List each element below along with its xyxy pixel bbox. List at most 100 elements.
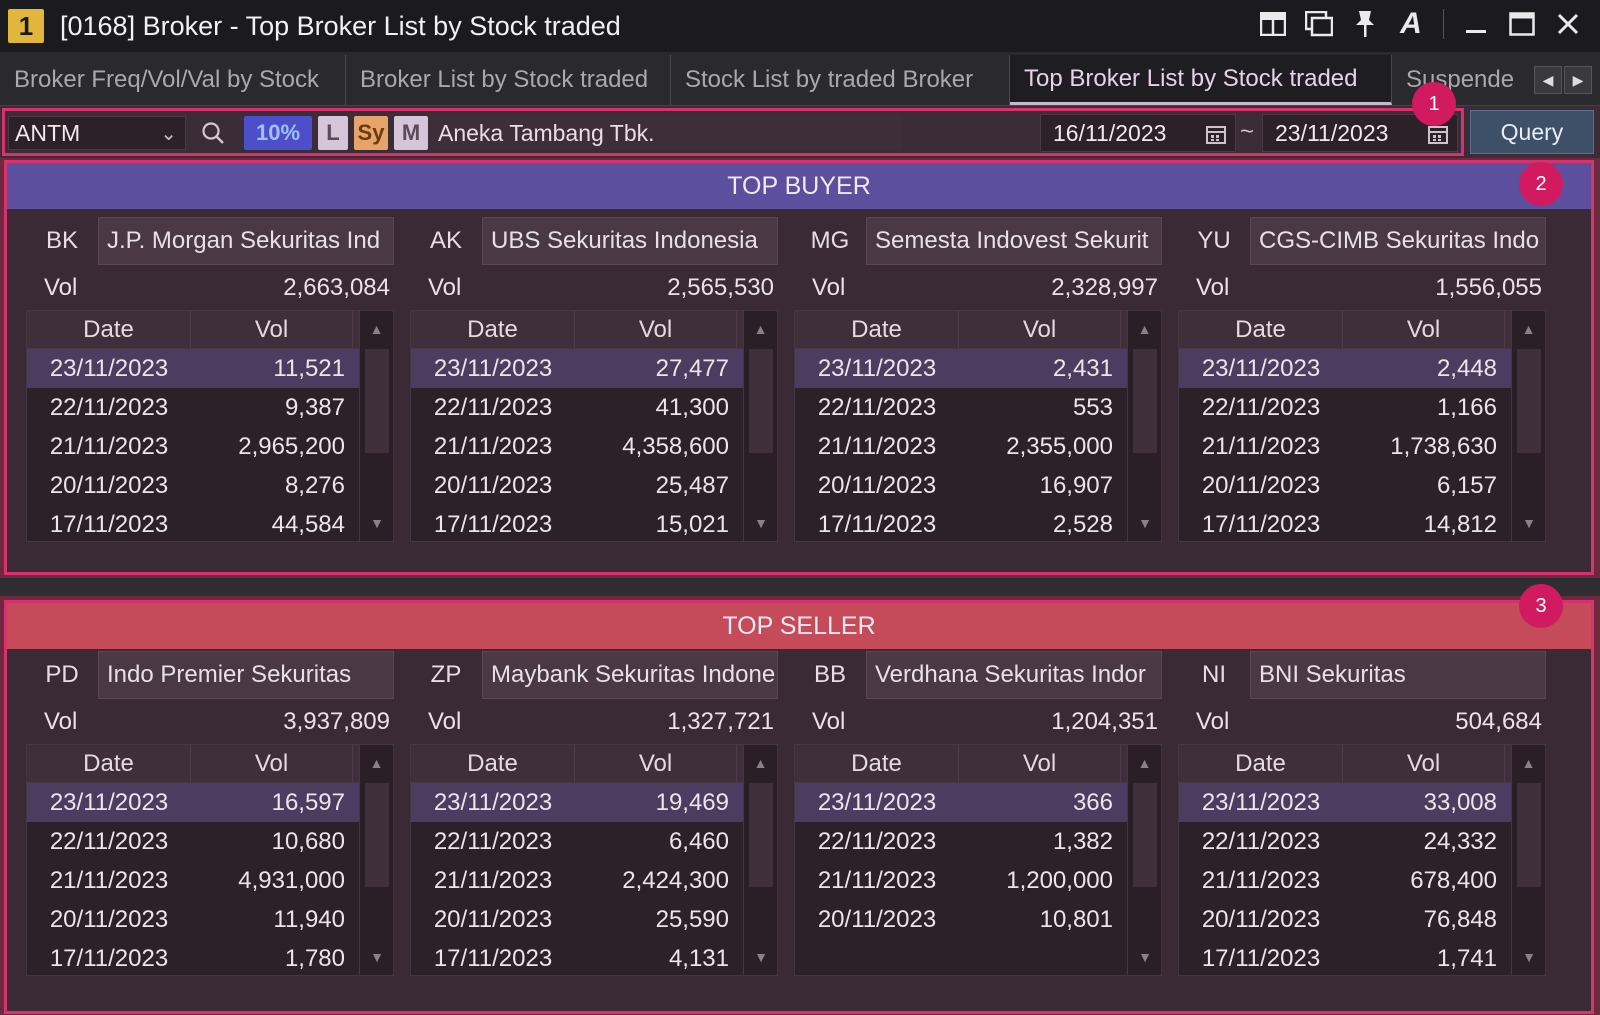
pin-icon[interactable] xyxy=(1351,8,1379,40)
table-row[interactable]: 22/11/2023 10,680 xyxy=(27,822,393,861)
tab-stock-list-by-broker[interactable]: Stock List by traded Broker xyxy=(671,55,1010,105)
column-header-date[interactable]: Date xyxy=(1179,745,1343,782)
table-row[interactable]: 20/11/2023 11,940 xyxy=(27,900,393,939)
table-row[interactable]: 22/11/2023 41,300 xyxy=(411,388,777,427)
tab-top-broker-list[interactable]: Top Broker List by Stock traded xyxy=(1010,55,1392,105)
column-header-vol[interactable]: Vol xyxy=(959,745,1121,782)
scroll-up-icon[interactable]: ▲ xyxy=(360,745,393,781)
scroll-thumb[interactable] xyxy=(1517,349,1541,453)
table-row[interactable]: 23/11/2023 33,008 xyxy=(1179,783,1545,822)
scroll-down-icon[interactable]: ▼ xyxy=(1128,505,1162,541)
column-header-date[interactable]: Date xyxy=(795,745,959,782)
scroll-up-icon[interactable]: ▲ xyxy=(1512,311,1545,347)
scroll-down-icon[interactable]: ▼ xyxy=(360,939,394,975)
query-button[interactable]: Query xyxy=(1470,110,1594,154)
table-row[interactable]: 23/11/2023 19,469 xyxy=(411,783,777,822)
table-row[interactable]: 17/11/2023 15,021 xyxy=(411,505,777,544)
tab-scroll-right-icon[interactable]: ▶ xyxy=(1564,66,1592,94)
scroll-thumb[interactable] xyxy=(365,783,389,887)
table-row[interactable]: 21/11/2023 1,200,000 xyxy=(795,861,1161,900)
scroll-thumb[interactable] xyxy=(1133,349,1157,453)
column-header-vol[interactable]: Vol xyxy=(191,745,353,782)
table-row[interactable]: 20/11/2023 8,276 xyxy=(27,466,393,505)
table-row[interactable]: 20/11/2023 10,801 xyxy=(795,900,1161,939)
table-row[interactable]: 22/11/2023 6,460 xyxy=(411,822,777,861)
scroll-down-icon[interactable]: ▼ xyxy=(1512,939,1546,975)
scroll-up-icon[interactable]: ▲ xyxy=(744,745,777,781)
column-header-date[interactable]: Date xyxy=(411,311,575,348)
minimize-icon[interactable] xyxy=(1462,8,1490,40)
column-header-vol[interactable]: Vol xyxy=(575,311,737,348)
table-row[interactable]: 22/11/2023 24,332 xyxy=(1179,822,1545,861)
table-row[interactable]: 21/11/2023 678,400 xyxy=(1179,861,1545,900)
column-header-vol[interactable]: Vol xyxy=(959,311,1121,348)
close-icon[interactable] xyxy=(1554,8,1582,40)
table-row[interactable]: 21/11/2023 2,355,000 xyxy=(795,427,1161,466)
scroll-down-icon[interactable]: ▼ xyxy=(1128,939,1162,975)
scroll-up-icon[interactable]: ▲ xyxy=(1128,745,1161,781)
column-header-date[interactable]: Date xyxy=(1179,311,1343,348)
vertical-scrollbar[interactable]: ▲ ▼ xyxy=(1511,311,1545,541)
search-icon[interactable] xyxy=(196,116,230,150)
table-row[interactable]: 20/11/2023 25,590 xyxy=(411,900,777,939)
vertical-scrollbar[interactable]: ▲ ▼ xyxy=(743,745,777,975)
table-row[interactable]: 22/11/2023 1,166 xyxy=(1179,388,1545,427)
table-row[interactable]: 17/11/2023 44,584 xyxy=(27,505,393,544)
column-header-date[interactable]: Date xyxy=(795,311,959,348)
table-row[interactable]: 23/11/2023 27,477 xyxy=(411,349,777,388)
column-header-vol[interactable]: Vol xyxy=(1343,311,1505,348)
table-row[interactable]: 23/11/2023 11,521 xyxy=(27,349,393,388)
vertical-scrollbar[interactable]: ▲ ▼ xyxy=(1127,311,1161,541)
font-icon[interactable]: A xyxy=(1397,7,1425,40)
scroll-up-icon[interactable]: ▲ xyxy=(1512,745,1545,781)
maximize-icon[interactable] xyxy=(1508,8,1536,40)
chevron-down-icon[interactable]: ⌄ xyxy=(160,121,177,146)
table-row[interactable]: 22/11/2023 1,382 xyxy=(795,822,1161,861)
table-row[interactable]: 23/11/2023 16,597 xyxy=(27,783,393,822)
table-row[interactable]: 21/11/2023 2,965,200 xyxy=(27,427,393,466)
table-row[interactable]: 21/11/2023 2,424,300 xyxy=(411,861,777,900)
scroll-thumb[interactable] xyxy=(749,783,773,887)
table-row[interactable] xyxy=(795,939,1161,978)
date-from-input[interactable]: 16/11/2023 xyxy=(1040,114,1236,152)
table-row[interactable]: 20/11/2023 76,848 xyxy=(1179,900,1545,939)
tab-scroll-left-icon[interactable]: ◀ xyxy=(1534,66,1562,94)
table-row[interactable]: 21/11/2023 4,358,600 xyxy=(411,427,777,466)
vertical-scrollbar[interactable]: ▲ ▼ xyxy=(743,311,777,541)
table-row[interactable]: 20/11/2023 6,157 xyxy=(1179,466,1545,505)
scroll-up-icon[interactable]: ▲ xyxy=(1128,311,1161,347)
scroll-thumb[interactable] xyxy=(1133,783,1157,887)
table-row[interactable]: 23/11/2023 2,431 xyxy=(795,349,1161,388)
vertical-scrollbar[interactable]: ▲ ▼ xyxy=(1511,745,1545,975)
scroll-up-icon[interactable]: ▲ xyxy=(744,311,777,347)
table-row[interactable]: 17/11/2023 4,131 xyxy=(411,939,777,978)
table-row[interactable]: 23/11/2023 366 xyxy=(795,783,1161,822)
tab-broker-freq-vol-val[interactable]: Broker Freq/Vol/Val by Stock xyxy=(0,55,346,105)
table-row[interactable]: 21/11/2023 4,931,000 xyxy=(27,861,393,900)
table-row[interactable]: 21/11/2023 1,738,630 xyxy=(1179,427,1545,466)
scroll-thumb[interactable] xyxy=(749,349,773,453)
table-row[interactable]: 23/11/2023 2,448 xyxy=(1179,349,1545,388)
cascade-window-icon[interactable] xyxy=(1305,8,1333,40)
table-row[interactable]: 22/11/2023 9,387 xyxy=(27,388,393,427)
column-header-date[interactable]: Date xyxy=(27,311,191,348)
column-header-vol[interactable]: Vol xyxy=(1343,745,1505,782)
scroll-thumb[interactable] xyxy=(1517,783,1541,887)
table-row[interactable]: 17/11/2023 2,528 xyxy=(795,505,1161,544)
stock-code-input[interactable]: ANTM ⌄ xyxy=(8,116,186,150)
calendar-icon[interactable] xyxy=(1427,123,1449,145)
scroll-down-icon[interactable]: ▼ xyxy=(360,505,394,541)
table-row[interactable]: 17/11/2023 14,812 xyxy=(1179,505,1545,544)
vertical-scrollbar[interactable]: ▲ ▼ xyxy=(359,745,393,975)
scroll-thumb[interactable] xyxy=(365,349,389,453)
table-row[interactable]: 17/11/2023 1,780 xyxy=(27,939,393,978)
column-header-vol[interactable]: Vol xyxy=(575,745,737,782)
table-row[interactable]: 17/11/2023 1,741 xyxy=(1179,939,1545,978)
scroll-down-icon[interactable]: ▼ xyxy=(744,939,778,975)
vertical-scrollbar[interactable]: ▲ ▼ xyxy=(1127,745,1161,975)
table-row[interactable]: 20/11/2023 16,907 xyxy=(795,466,1161,505)
column-header-date[interactable]: Date xyxy=(411,745,575,782)
vertical-scrollbar[interactable]: ▲ ▼ xyxy=(359,311,393,541)
scroll-up-icon[interactable]: ▲ xyxy=(360,311,393,347)
scroll-down-icon[interactable]: ▼ xyxy=(744,505,778,541)
